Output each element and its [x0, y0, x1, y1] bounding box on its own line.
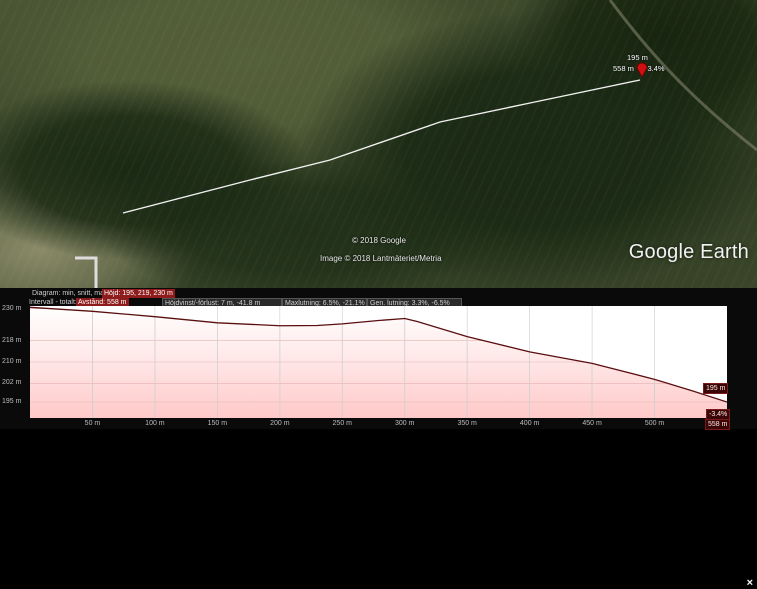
- x-tick-label: 200 m: [270, 420, 290, 427]
- y-tick-label: 210 m: [2, 358, 22, 365]
- x-tick-label: 50 m: [84, 420, 101, 427]
- end-elevation-label: 195 m: [703, 383, 729, 394]
- map-imagery-credit: Image © 2018 Lantmäteriet/Metria: [320, 254, 442, 263]
- x-tick-label: 350 m: [457, 420, 477, 427]
- elevation-chart-svg: [30, 306, 727, 418]
- x-tick-label: 400 m: [519, 420, 540, 427]
- x-tick-label: 150 m: [207, 420, 228, 427]
- google-earth-logo: Google Earth: [628, 241, 749, 263]
- y-tick-label: 230 m: [2, 304, 22, 312]
- y-tick-label: 218 m: [2, 336, 22, 344]
- stats-row-diagram: Diagram: min, snitt, max Höjd: 195, 219,…: [30, 289, 730, 298]
- map-pin-icon[interactable]: [636, 62, 648, 78]
- pin-elevation-label: 195 m: [627, 53, 648, 62]
- map-road: [608, 0, 757, 152]
- height-stats: Höjd: 195, 219, 230 m: [102, 289, 175, 298]
- pin-distance-label: 558 m: [613, 64, 634, 73]
- x-tick-label: 500 m: [644, 420, 665, 427]
- close-button[interactable]: ×: [747, 577, 753, 589]
- x-tick-label: 250 m: [332, 420, 352, 427]
- measure-path-line[interactable]: [122, 79, 641, 214]
- map-copyright: © 2018 Google: [352, 236, 406, 245]
- elevation-chart[interactable]: [30, 306, 727, 418]
- y-tick-label: 202 m: [2, 379, 22, 387]
- x-tick-label: 450 m: [582, 420, 602, 427]
- satellite-map-view[interactable]: 195 m 558 m -3.4% © 2018 Google Image © …: [0, 0, 757, 288]
- y-tick-label: 195 m: [2, 398, 22, 405]
- map-road-marker: [75, 256, 98, 288]
- diagram-label: Diagram: min, snitt, max: [32, 290, 108, 297]
- end-distance-label: 558 m: [705, 419, 731, 430]
- x-tick-label: 300 m: [394, 420, 415, 427]
- x-tick-label: 100 m: [145, 420, 165, 427]
